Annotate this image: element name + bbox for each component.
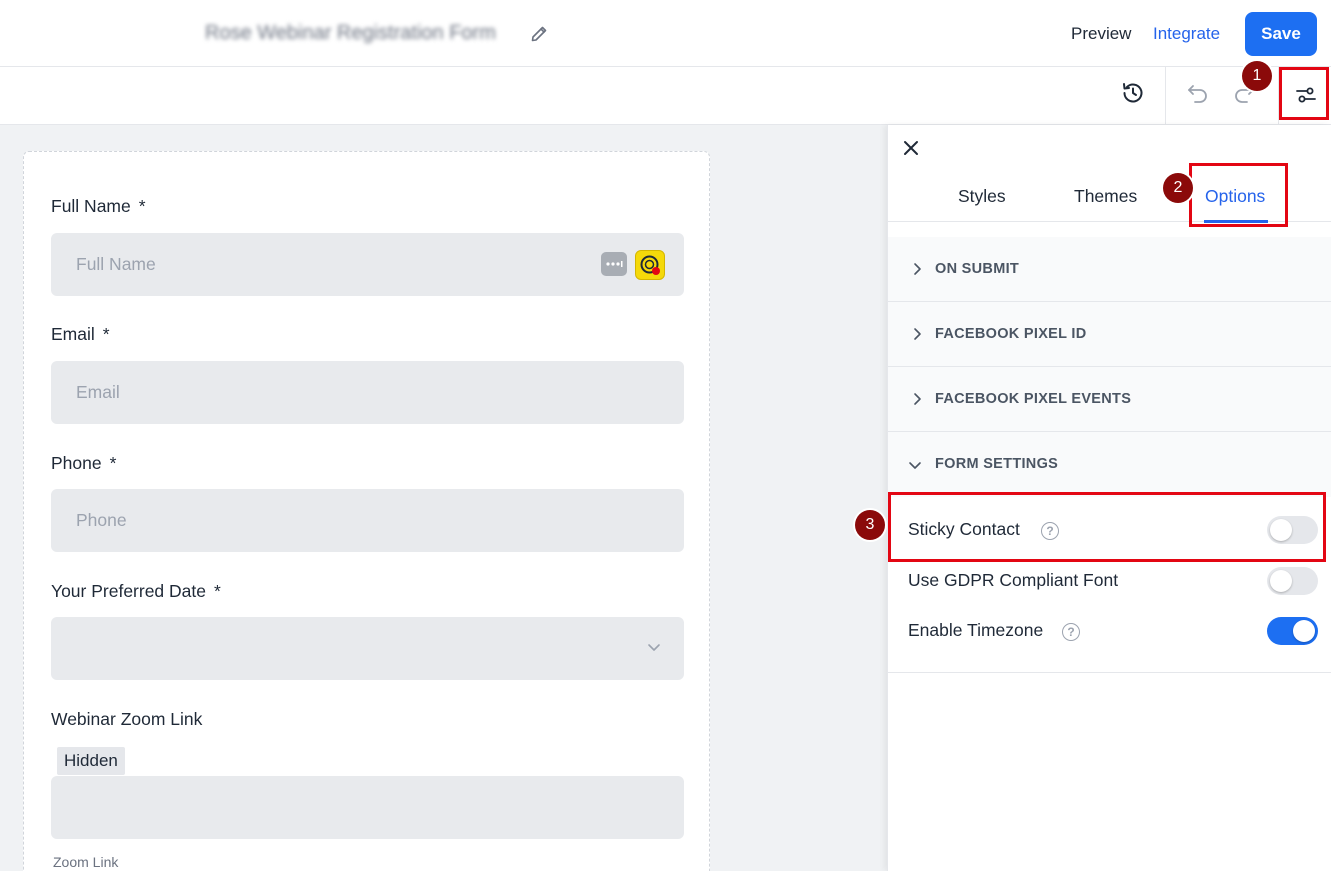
toggle-knob	[1293, 620, 1315, 642]
section-title: FORM SETTINGS	[935, 456, 1059, 472]
help-icon[interactable]: ?	[1062, 623, 1080, 641]
toolbar-divider	[1278, 67, 1279, 125]
annotation-badge-2: 2	[1163, 173, 1193, 203]
full-name-placeholder: Full Name	[76, 254, 156, 274]
integrate-button[interactable]: Integrate	[1153, 24, 1220, 44]
preferred-date-select[interactable]	[51, 617, 684, 680]
field-label-text: Full Name	[51, 196, 131, 216]
toggle-knob	[1270, 519, 1292, 541]
form-preview-card: Full Name * Full Name Email * Email Phone *	[23, 151, 710, 871]
full-name-label: Full Name *	[51, 196, 146, 217]
tab-options[interactable]: Options	[1205, 186, 1265, 207]
setting-gdpr-font: Use GDPR Compliant Font	[908, 565, 1318, 597]
zoom-link-label: Webinar Zoom Link	[51, 709, 202, 730]
section-title: FACEBOOK PIXEL EVENTS	[935, 391, 1132, 407]
settings-panel: Styles Themes Options ON SUBMIT FACEBOOK…	[887, 125, 1331, 871]
chevron-down-icon	[646, 639, 662, 660]
section-title: ON SUBMIT	[935, 261, 1020, 277]
edit-pencil-icon[interactable]	[529, 24, 549, 44]
toolbar-divider	[1165, 67, 1166, 125]
annotation-badge-1: 1	[1242, 61, 1272, 91]
tab-themes[interactable]: Themes	[1074, 186, 1137, 207]
preferred-date-label: Your Preferred Date *	[51, 581, 221, 602]
hidden-field-tag: Hidden	[57, 747, 125, 775]
history-icon[interactable]	[1119, 79, 1147, 107]
email-placeholder: Email	[76, 382, 120, 402]
field-label-text: Your Preferred Date	[51, 581, 206, 601]
setting-sticky-contact: Sticky Contact ?	[908, 514, 1318, 546]
field-label-text: Email	[51, 324, 95, 344]
save-button[interactable]: Save	[1245, 12, 1317, 56]
section-on-submit[interactable]: ON SUBMIT	[888, 237, 1331, 302]
zoom-link-input[interactable]	[51, 776, 684, 839]
chevron-right-icon	[911, 392, 923, 411]
undo-icon[interactable]	[1184, 79, 1212, 107]
chevron-right-icon	[911, 327, 923, 346]
form-canvas: Full Name * Full Name Email * Email Phone *	[0, 125, 887, 871]
chevron-right-icon	[911, 262, 923, 281]
toggle-knob	[1270, 570, 1292, 592]
section-facebook-pixel-events[interactable]: FACEBOOK PIXEL EVENTS	[888, 367, 1331, 432]
enable-timezone-toggle[interactable]	[1267, 617, 1318, 645]
tab-styles[interactable]: Styles	[958, 186, 1006, 207]
sticky-contact-toggle[interactable]	[1267, 516, 1318, 544]
required-asterisk: *	[138, 196, 146, 216]
full-name-input[interactable]: Full Name	[51, 233, 684, 296]
section-title: FACEBOOK PIXEL ID	[935, 326, 1087, 342]
field-label-text: Phone	[51, 453, 102, 473]
editor-toolbar	[0, 67, 1331, 125]
phone-placeholder: Phone	[76, 510, 127, 530]
password-manager-icon[interactable]	[601, 252, 627, 276]
email-input[interactable]: Email	[51, 361, 684, 424]
setting-label: Enable Timezone	[908, 620, 1044, 640]
form-title[interactable]: Rose Webinar Registration Form	[205, 22, 496, 45]
extension-badge-icon[interactable]	[635, 250, 665, 280]
phone-label: Phone *	[51, 453, 116, 474]
phone-input[interactable]: Phone	[51, 489, 684, 552]
email-label: Email *	[51, 324, 110, 345]
top-header: Rose Webinar Registration Form Preview I…	[0, 0, 1331, 67]
chevron-down-icon	[908, 459, 922, 477]
section-form-settings[interactable]: FORM SETTINGS	[888, 432, 1331, 497]
section-facebook-pixel-id[interactable]: FACEBOOK PIXEL ID	[888, 302, 1331, 367]
panel-tabs: Styles Themes Options	[888, 180, 1331, 223]
gdpr-font-toggle[interactable]	[1267, 567, 1318, 595]
setting-enable-timezone: Enable Timezone ?	[908, 615, 1318, 647]
active-tab-indicator	[1204, 220, 1268, 223]
required-asterisk: *	[102, 324, 110, 344]
close-icon[interactable]	[900, 137, 922, 159]
preview-button[interactable]: Preview	[1071, 24, 1131, 44]
help-icon[interactable]: ?	[1041, 522, 1059, 540]
settings-sliders-icon[interactable]	[1292, 81, 1320, 109]
annotation-badge-3: 3	[855, 510, 885, 540]
zoom-link-sublabel: Zoom Link	[53, 854, 119, 870]
setting-label: Sticky Contact	[908, 519, 1020, 539]
required-asterisk: *	[109, 453, 117, 473]
setting-label: Use GDPR Compliant Font	[908, 570, 1119, 590]
form-settings-content: Sticky Contact ? Use GDPR Compliant Font…	[888, 497, 1331, 673]
required-asterisk: *	[214, 581, 221, 601]
field-label-text: Webinar Zoom Link	[51, 709, 203, 729]
